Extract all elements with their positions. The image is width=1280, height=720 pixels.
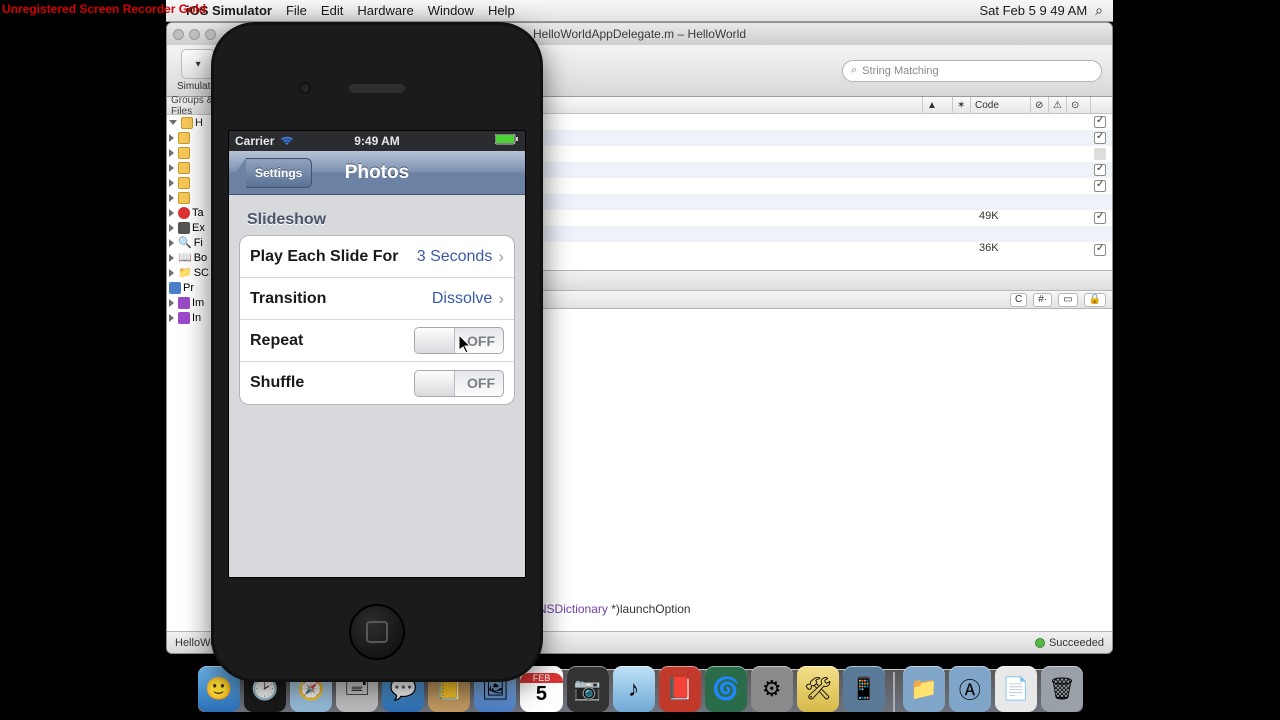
window-close-button[interactable] <box>173 29 184 40</box>
xcode-title: HelloWorldAppDelegate.m – HelloWorld <box>533 27 746 41</box>
dock-photobooth-icon[interactable]: 📷 <box>567 666 609 712</box>
recorder-watermark: Unregistered Screen Recorder Gold <box>0 0 208 18</box>
dock-downloads-icon[interactable]: 📄 <box>995 666 1037 712</box>
ios-status-bar: Carrier 9:49 AM <box>229 131 525 151</box>
battery-icon <box>495 134 519 145</box>
menu-file[interactable]: File <box>286 3 307 18</box>
dock-separator <box>893 672 895 712</box>
window-zoom-button[interactable] <box>205 29 216 40</box>
chevron-right-icon: › <box>498 247 504 267</box>
settings-group: Play Each Slide For 3 Seconds › Transiti… <box>239 235 515 405</box>
dock-timemachine-icon[interactable]: 🌀 <box>705 666 747 712</box>
dock-documents-icon[interactable]: 📁 <box>903 666 945 712</box>
row-repeat: Repeat OFF <box>240 320 514 362</box>
dock-xcode-icon[interactable]: 🛠 <box>797 666 839 712</box>
back-button[interactable]: Settings <box>235 158 312 188</box>
build-success-icon <box>1035 638 1045 648</box>
row-transition[interactable]: Transition Dissolve › <box>240 278 514 320</box>
chevron-right-icon: › <box>498 289 504 309</box>
dock-sysprefs-icon[interactable]: ⚙ <box>751 666 793 712</box>
home-button[interactable] <box>349 604 405 660</box>
ios-clock: 9:49 AM <box>330 134 425 148</box>
row-shuffle: Shuffle OFF <box>240 362 514 404</box>
osx-menubar: iOS Simulator File Edit Hardware Window … <box>166 0 1113 22</box>
section-header: Slideshow <box>247 211 515 229</box>
settings-content[interactable]: Slideshow Play Each Slide For 3 Seconds … <box>229 195 525 413</box>
dock-simulator-icon[interactable]: 📱 <box>843 666 885 712</box>
row-play-each-slide[interactable]: Play Each Slide For 3 Seconds › <box>240 236 514 278</box>
ios-nav-bar: Settings Photos <box>229 151 525 195</box>
window-minimize-button[interactable] <box>189 29 200 40</box>
menubar-clock: Sat Feb 5 9 49 AM <box>979 3 1087 18</box>
ios-screen: Carrier 9:49 AM Settings Photos Slidesho… <box>228 130 526 578</box>
wifi-icon <box>280 136 294 146</box>
search-icon: ⌕ <box>851 64 857 77</box>
dock-trash-icon[interactable]: 🗑 <box>1041 666 1083 712</box>
nav-title: Photos <box>345 162 409 184</box>
menu-window[interactable]: Window <box>428 3 474 18</box>
shuffle-switch[interactable]: OFF <box>414 370 504 397</box>
menu-help[interactable]: Help <box>488 3 515 18</box>
phone-speaker <box>349 84 405 93</box>
phone-camera <box>299 82 311 94</box>
menu-hardware[interactable]: Hardware <box>357 3 413 18</box>
toolbar-search-field[interactable]: ⌕ String Matching <box>842 60 1102 82</box>
ios-simulator-device: Carrier 9:49 AM Settings Photos Slidesho… <box>211 22 543 682</box>
spotlight-icon[interactable]: ⌕ <box>1095 2 1103 19</box>
search-placeholder: String Matching <box>862 65 938 77</box>
repeat-switch[interactable]: OFF <box>414 327 504 354</box>
dock-notes-icon[interactable]: 📕 <box>659 666 701 712</box>
menu-edit[interactable]: Edit <box>321 3 343 18</box>
status-build: Succeeded <box>1049 637 1104 649</box>
dock-itunes-icon[interactable]: ♪ <box>613 666 655 712</box>
dock-applications-icon[interactable]: Ⓐ <box>949 666 991 712</box>
dock-ical-icon[interactable]: FEB5 <box>520 666 562 712</box>
